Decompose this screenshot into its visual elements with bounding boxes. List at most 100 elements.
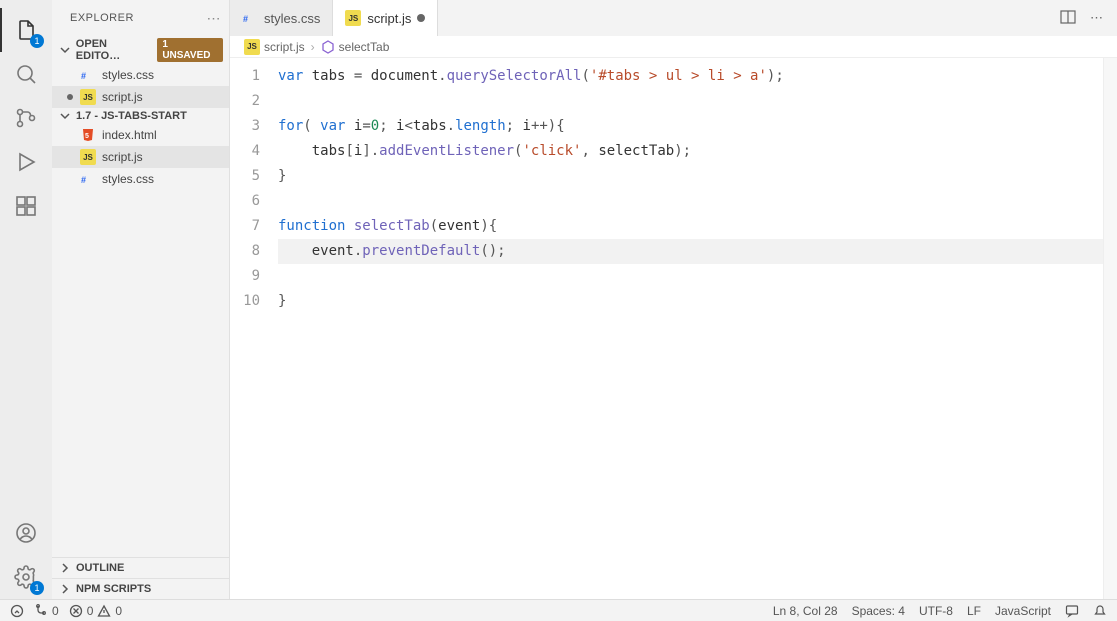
- line-number: 4: [230, 139, 260, 164]
- svg-text:#: #: [81, 71, 86, 81]
- css-file-icon: #: [80, 171, 96, 187]
- extensions-icon[interactable]: [0, 184, 52, 228]
- line-number: 8: [230, 239, 260, 264]
- dirty-indicator-icon: [417, 14, 425, 22]
- language-mode[interactable]: JavaScript: [995, 604, 1051, 618]
- code-content[interactable]: var tabs = document.querySelectorAll('#t…: [278, 58, 1103, 599]
- file-label: script.js: [102, 90, 143, 104]
- file-item[interactable]: # styles.css: [52, 168, 229, 190]
- file-label: index.html: [102, 128, 157, 142]
- line-number-gutter: 12345678910: [230, 58, 278, 599]
- explorer-badge: 1: [30, 34, 44, 48]
- chevron-right-icon: [58, 584, 72, 594]
- remote-indicator[interactable]: [10, 604, 24, 618]
- breadcrumb[interactable]: JS script.js › selectTab: [230, 36, 1117, 58]
- js-file-icon: JS: [80, 89, 96, 105]
- activity-bar: 1 1: [0, 0, 52, 599]
- html-file-icon: 5: [80, 127, 96, 143]
- run-debug-icon[interactable]: [0, 140, 52, 184]
- svg-text:#: #: [243, 14, 248, 24]
- svg-text:5: 5: [85, 133, 89, 140]
- line-number: 7: [230, 214, 260, 239]
- more-actions-icon[interactable]: ⋯: [1090, 10, 1103, 26]
- explorer-title-text: EXPLORER: [70, 12, 134, 24]
- settings-gear-icon[interactable]: 1: [0, 555, 52, 599]
- line-number: 1: [230, 64, 260, 89]
- open-editor-item[interactable]: JS script.js: [52, 86, 229, 108]
- unsaved-badge: 1 UNSAVED: [157, 38, 223, 62]
- breadcrumb-file[interactable]: JS script.js: [244, 39, 305, 55]
- cursor-position[interactable]: Ln 8, Col 28: [773, 604, 838, 618]
- eol-status[interactable]: LF: [967, 604, 981, 618]
- symbol-method-icon: [321, 40, 335, 54]
- breadcrumb-symbol-label: selectTab: [339, 40, 390, 54]
- css-file-icon: #: [242, 10, 258, 26]
- minimap[interactable]: [1103, 58, 1117, 599]
- line-number: 6: [230, 189, 260, 214]
- code-line[interactable]: [278, 189, 1103, 214]
- error-count: 0: [87, 604, 94, 618]
- line-number: 2: [230, 89, 260, 114]
- explorer-sidebar: EXPLORER ⋯ OPEN EDITO… 1 UNSAVED # styles…: [52, 0, 230, 599]
- accounts-icon[interactable]: [0, 511, 52, 555]
- source-control-icon[interactable]: [0, 96, 52, 140]
- line-number: 3: [230, 114, 260, 139]
- tab-label: script.js: [367, 11, 411, 26]
- code-line[interactable]: [278, 89, 1103, 114]
- indentation-status[interactable]: Spaces: 4: [852, 604, 905, 618]
- svg-text:#: #: [81, 175, 86, 185]
- chevron-down-icon: [58, 45, 72, 55]
- problems-status[interactable]: 0 0: [69, 604, 122, 618]
- js-file-icon: JS: [345, 10, 361, 26]
- editor-main: #styles.css JS script.js ⋯ JS script.js › …: [230, 0, 1117, 599]
- dirty-indicator-icon: [66, 93, 74, 101]
- status-bar: 0 0 0 Ln 8, Col 28 Spaces: 4 UTF-8 LF Ja…: [0, 599, 1117, 621]
- npm-scripts-header[interactable]: NPM SCRIPTS: [52, 578, 229, 599]
- breadcrumb-symbol[interactable]: selectTab: [321, 40, 390, 54]
- line-number: 9: [230, 264, 260, 289]
- open-editors-header[interactable]: OPEN EDITO… 1 UNSAVED: [52, 36, 229, 64]
- sync-count: 0: [52, 604, 59, 618]
- css-file-icon: #: [80, 67, 96, 83]
- breadcrumb-separator: ›: [311, 40, 315, 54]
- open-editors-label: OPEN EDITO…: [76, 38, 154, 62]
- code-editor[interactable]: 12345678910 var tabs = document.querySel…: [230, 58, 1117, 599]
- chevron-right-icon: [58, 563, 72, 573]
- npm-scripts-label: NPM SCRIPTS: [76, 583, 151, 595]
- chevron-down-icon: [58, 111, 72, 121]
- outline-header[interactable]: OUTLINE: [52, 557, 229, 578]
- code-line[interactable]: function selectTab(event){: [278, 214, 1103, 239]
- file-label: styles.css: [102, 68, 154, 82]
- folder-header[interactable]: 1.7 - JS-TABS-START: [52, 108, 229, 124]
- line-number: 5: [230, 164, 260, 189]
- breadcrumb-file-label: script.js: [264, 40, 305, 54]
- tabs-row: #styles.css JS script.js ⋯: [230, 0, 1117, 36]
- file-label: styles.css: [102, 172, 154, 186]
- js-file-icon: JS: [244, 39, 260, 55]
- code-line[interactable]: [278, 264, 1103, 289]
- file-item[interactable]: 5 index.html: [52, 124, 229, 146]
- search-icon[interactable]: [0, 52, 52, 96]
- editor-tab[interactable]: #styles.css: [230, 0, 333, 36]
- sync-status[interactable]: 0: [34, 604, 59, 618]
- file-item[interactable]: JSscript.js: [52, 146, 229, 168]
- feedback-icon[interactable]: [1065, 604, 1079, 618]
- folder-label: 1.7 - JS-TABS-START: [76, 110, 187, 122]
- code-line[interactable]: for( var i=0; i<tabs.length; i++){: [278, 114, 1103, 139]
- tab-actions: ⋯: [1046, 0, 1117, 36]
- split-editor-icon[interactable]: [1060, 9, 1076, 28]
- code-line[interactable]: }: [278, 289, 1103, 314]
- open-editor-item[interactable]: # styles.css: [52, 64, 229, 86]
- outline-label: OUTLINE: [76, 562, 124, 574]
- encoding-status[interactable]: UTF-8: [919, 604, 953, 618]
- explorer-more-icon[interactable]: ⋯: [207, 10, 222, 27]
- explorer-icon[interactable]: 1: [0, 8, 52, 52]
- code-line[interactable]: var tabs = document.querySelectorAll('#t…: [278, 64, 1103, 89]
- warning-count: 0: [115, 604, 122, 618]
- code-line[interactable]: tabs[i].addEventListener('click', select…: [278, 139, 1103, 164]
- line-number: 10: [230, 289, 260, 314]
- editor-tab[interactable]: JS script.js: [333, 0, 438, 36]
- notifications-icon[interactable]: [1093, 604, 1107, 618]
- code-line[interactable]: }: [278, 164, 1103, 189]
- settings-badge: 1: [30, 581, 44, 595]
